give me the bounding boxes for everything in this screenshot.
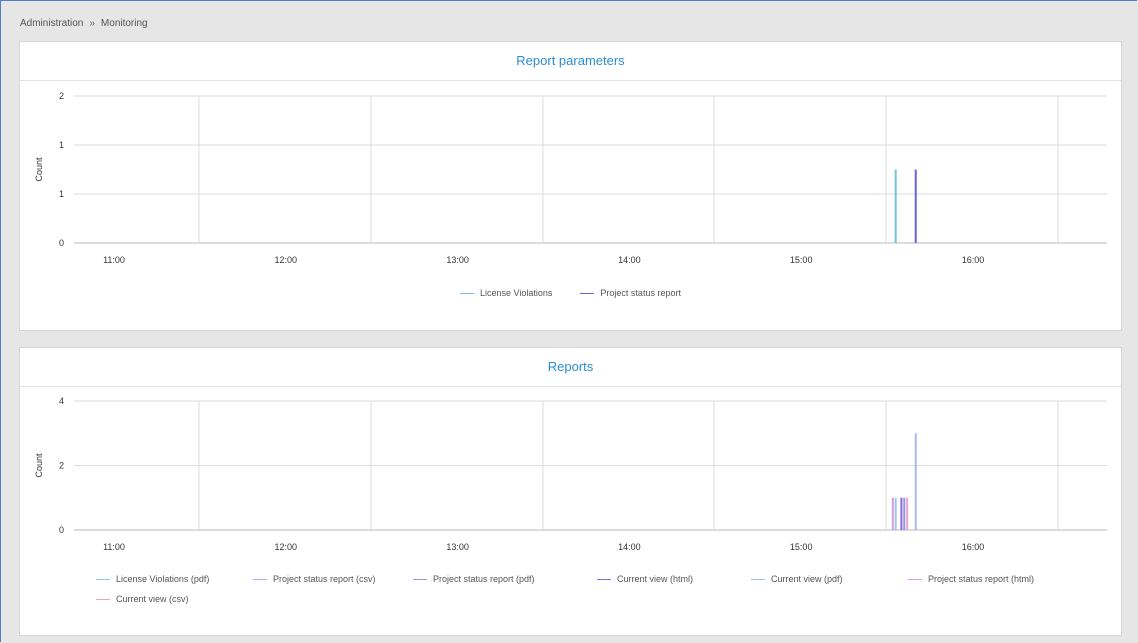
x-tick-label: 14:00 [618,542,641,552]
legend-swatch [597,579,611,581]
bar[interactable] [906,497,909,530]
breadcrumb-monitoring[interactable]: Monitoring [101,18,148,29]
legend-swatch [413,579,427,581]
x-tick-label: 11:00 [103,255,125,265]
x-tick-label: 15:00 [790,542,813,552]
x-tick-label: 16:00 [962,542,985,552]
legend-row: License Violations Project status report [20,288,1121,298]
reports-legend: License Violations (pdf) Project status r… [20,574,1121,624]
y-tick-label: 1 [59,140,64,150]
breadcrumb-separator: » [89,18,95,29]
y-axis-title: Count [34,453,44,478]
legend-item[interactable]: Project status report (pdf) [413,574,535,584]
report-parameters-chart: 0 1 1 2 11:00 12:00 13:00 14:00 15:00 16:00 Count [34,91,1107,265]
y-tick-label: 1 [59,189,64,199]
y-tick-label: 0 [59,238,64,248]
legend-swatch [908,579,922,581]
legend-item[interactable]: Project status report [580,288,681,298]
bar[interactable] [891,497,894,530]
legend-label: Project status report (html) [928,574,1035,584]
legend-swatch [96,599,110,601]
x-tick-label: 13:00 [446,255,469,265]
legend-label: Project status report [600,288,681,298]
x-tick-label: 13:00 [446,542,469,552]
panel-title: Reports [20,348,1121,387]
report-parameters-panel: Report parameters 0 1 1 2 11:00 12:00 13:00 14:… [19,41,1122,331]
x-tick-label: 11:00 [103,542,125,552]
legend-label: Current view (pdf) [771,574,843,584]
legend-item[interactable]: Current view (html) [597,574,693,584]
legend-item[interactable]: Project status report (html) [908,574,1034,584]
reports-panel: Reports 0 2 4 11:00 12:00 13:00 14:00 15:00 16:0… [19,347,1122,636]
legend-label: License Violations (pdf) [116,574,210,584]
legend-label: License Violations [480,288,553,298]
bar[interactable] [914,169,917,244]
breadcrumb: Administration » Monitoring [20,18,148,29]
legend-item[interactable]: Current view (pdf) [751,574,843,584]
bar[interactable] [894,497,897,530]
legend-label: Project status report (pdf) [433,574,535,584]
y-tick-label: 2 [59,91,64,101]
legend-swatch [460,293,475,295]
x-tick-label: 12:00 [275,542,298,552]
bar[interactable] [894,169,897,244]
legend-label: Project status report (csv) [273,574,376,584]
y-tick-label: 4 [59,396,64,406]
y-axis-title: Count [34,157,44,182]
legend-item[interactable]: Current view (csv) [96,594,189,604]
panel-title: Report parameters [20,42,1121,81]
x-tick-label: 15:00 [790,255,813,265]
legend-item[interactable]: License Violations (pdf) [96,574,209,584]
x-tick-label: 16:00 [962,255,985,265]
legend-swatch [751,579,765,581]
report-parameters-legend: License Violations Project status report [20,288,1121,318]
legend-item[interactable]: License Violations [460,288,552,298]
bar[interactable] [900,497,903,530]
breadcrumb-administration[interactable]: Administration [20,18,83,29]
y-tick-label: 0 [59,525,64,535]
x-tick-label: 12:00 [275,255,298,265]
legend-label: Current view (csv) [116,594,189,604]
y-tick-label: 2 [59,461,64,471]
bar[interactable] [914,433,917,530]
legend-swatch [96,579,110,581]
legend-label: Current view (html) [617,574,694,584]
legend-swatch [253,579,267,581]
reports-chart: 0 2 4 11:00 12:00 13:00 14:00 15:00 16:00 Count [34,396,1107,552]
legend-swatch [580,293,595,295]
x-tick-label: 14:00 [618,255,641,265]
bar[interactable] [903,497,906,530]
legend-item[interactable]: Project status report (csv) [253,574,376,584]
